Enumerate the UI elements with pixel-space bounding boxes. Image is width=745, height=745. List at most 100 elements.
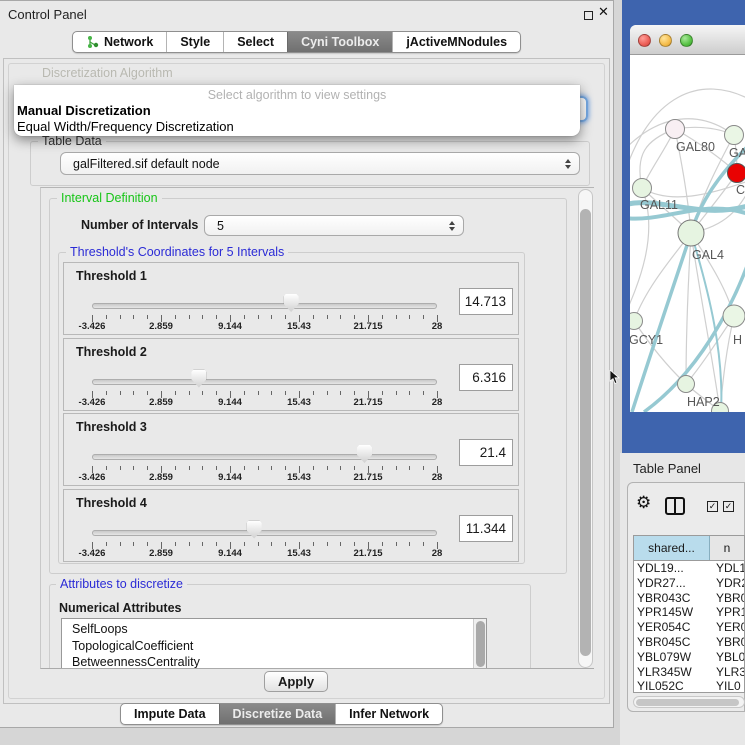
column-header-name[interactable]: n [710,536,744,560]
list-scrollbar[interactable] [473,619,486,669]
tick-label: 9.144 [206,321,254,332]
tick-mark [147,391,148,395]
checkbox-icon[interactable]: ✓ [723,501,734,512]
list-item[interactable]: BetweennessCentrality [62,654,486,669]
slider-track[interactable] [92,379,437,385]
checkbox-icon[interactable]: ✓ [707,501,718,512]
threshold-value-field[interactable]: 14.713 [459,288,513,315]
slider-thumb[interactable] [357,445,372,463]
table-row[interactable]: YPR145WYPR1 [634,605,744,620]
network-node-gal80[interactable] [666,120,685,139]
number-of-intervals-value: 5 [217,216,224,237]
table-horizontal-scrollbar[interactable] [633,696,745,708]
apply-button[interactable]: Apply [264,671,328,692]
tab-label: Select [237,32,274,52]
tick-mark [175,391,176,395]
list-item[interactable]: TopologicalCoefficient [62,638,486,655]
tick-mark [285,466,286,470]
table-row[interactable]: YBR043CYBR0 [634,591,744,606]
table-row[interactable]: YIL052CYIL0 [634,679,744,693]
scrollbar-thumb[interactable] [580,209,591,656]
control-panel-window: Control Panel ✕ NetworkStyleSelectCyni T… [0,0,614,728]
slider-track[interactable] [92,454,437,460]
tab-label: Network [104,32,153,52]
slider-thumb[interactable] [191,370,206,388]
node-label: GAL80 [676,140,715,154]
cell-shared-name: YDR27... [634,576,710,591]
tick-mark [175,542,176,546]
tick-mark [258,542,259,546]
tab-style[interactable]: Style [166,32,223,52]
tick-mark [423,466,424,470]
algorithm-option-manual-discretization[interactable]: Manual Discretization [14,103,580,119]
tab-cyni-toolbox[interactable]: Cyni Toolbox [287,32,392,52]
tick-mark [175,466,176,470]
tab-jactivemnodules[interactable]: jActiveMNodules [392,32,520,52]
slider-thumb[interactable] [247,521,262,539]
minimize-traffic-light-icon[interactable] [659,34,672,47]
table-row[interactable]: YBR045CYBR0 [634,635,744,650]
network-node-c[interactable] [728,164,745,183]
tick-mark [382,466,383,470]
tick-mark [216,391,217,395]
tick-mark [244,391,245,395]
tick-label: 21.715 [344,321,392,332]
table-panel-title: Table Panel [633,461,701,476]
tab-select[interactable]: Select [223,32,287,52]
tick-mark [409,391,410,395]
zoom-traffic-light-icon[interactable] [680,34,693,47]
network-node-gcy1[interactable] [630,313,643,330]
table-row[interactable]: YLR345WYLR3 [634,665,744,680]
table-row[interactable]: YDL19...YDL1 [634,561,744,576]
tab-impute-data[interactable]: Impute Data [121,704,219,724]
tick-mark [409,466,410,470]
attributes-legend: Attributes to discretize [56,578,187,591]
node-attribute-table[interactable]: shared... n YDL19...YDL1YDR27...YDR2YBR0… [633,535,745,693]
table-data-combobox[interactable]: galFiltered.sif default node [60,152,580,175]
cell-name: YBL0 [710,650,744,665]
threshold-value-field[interactable]: 21.4 [459,439,513,466]
slider-track[interactable] [92,530,437,536]
cell-shared-name: YLR345W [634,665,710,680]
tick-mark [271,315,272,319]
number-of-intervals-combobox[interactable]: 5 [204,215,464,236]
tick-mark [147,542,148,546]
threshold-value-field[interactable]: 6.316 [459,364,513,391]
network-node-gal4[interactable] [678,220,704,246]
tick-label: 2.859 [137,397,185,408]
scrollbar-thumb[interactable] [636,699,739,706]
algorithm-dropdown-popup: Select algorithm to view settings Manual… [14,85,580,136]
close-traffic-light-icon[interactable] [638,34,651,47]
tab-network[interactable]: Network [73,32,166,52]
network-canvas[interactable]: GAL80GACGAL11GAL4GCY1HHAP2 [630,55,745,412]
network-node-gal11[interactable] [633,179,652,198]
settings-gear-icon[interactable]: ⚙ [636,494,651,512]
table-row[interactable]: YDR27...YDR2 [634,576,744,591]
algorithm-hint-item[interactable]: Select algorithm to view settings [14,88,580,103]
tick-mark [202,315,203,319]
tab-discretize-data[interactable]: Discretize Data [219,704,336,724]
column-header-shared-name[interactable]: shared... [634,536,710,560]
settings-scrollbar[interactable] [578,189,593,668]
slider-track[interactable] [92,303,437,309]
combo-spinner-icon [565,159,571,169]
slider-thumb[interactable] [284,294,299,312]
tick-label: 9.144 [206,397,254,408]
algorithm-option-equal-width-frequency-discretization[interactable]: Equal Width/Frequency Discretization [14,119,580,135]
tab-infer-network[interactable]: Infer Network [335,704,442,724]
split-view-icon[interactable] [665,497,685,515]
threshold-value-field[interactable]: 11.344 [459,515,513,542]
network-window-titlebar[interactable] [630,25,745,55]
tick-mark [120,315,121,319]
cell-name: YIL0 [710,679,744,693]
network-node-hap2[interactable] [678,376,695,393]
network-node-h[interactable] [723,305,745,327]
tick-mark [133,466,134,470]
close-icon[interactable]: ✕ [598,4,609,20]
table-row[interactable]: YER054CYER0 [634,620,744,635]
network-node-ga[interactable] [725,126,744,145]
float-window-icon[interactable] [584,11,593,20]
list-item[interactable]: SelfLoops [62,621,486,638]
numerical-attributes-list[interactable]: SelfLoopsTopologicalCoefficientBetweenne… [61,618,487,669]
table-row[interactable]: YBL079WYBL0 [634,650,744,665]
